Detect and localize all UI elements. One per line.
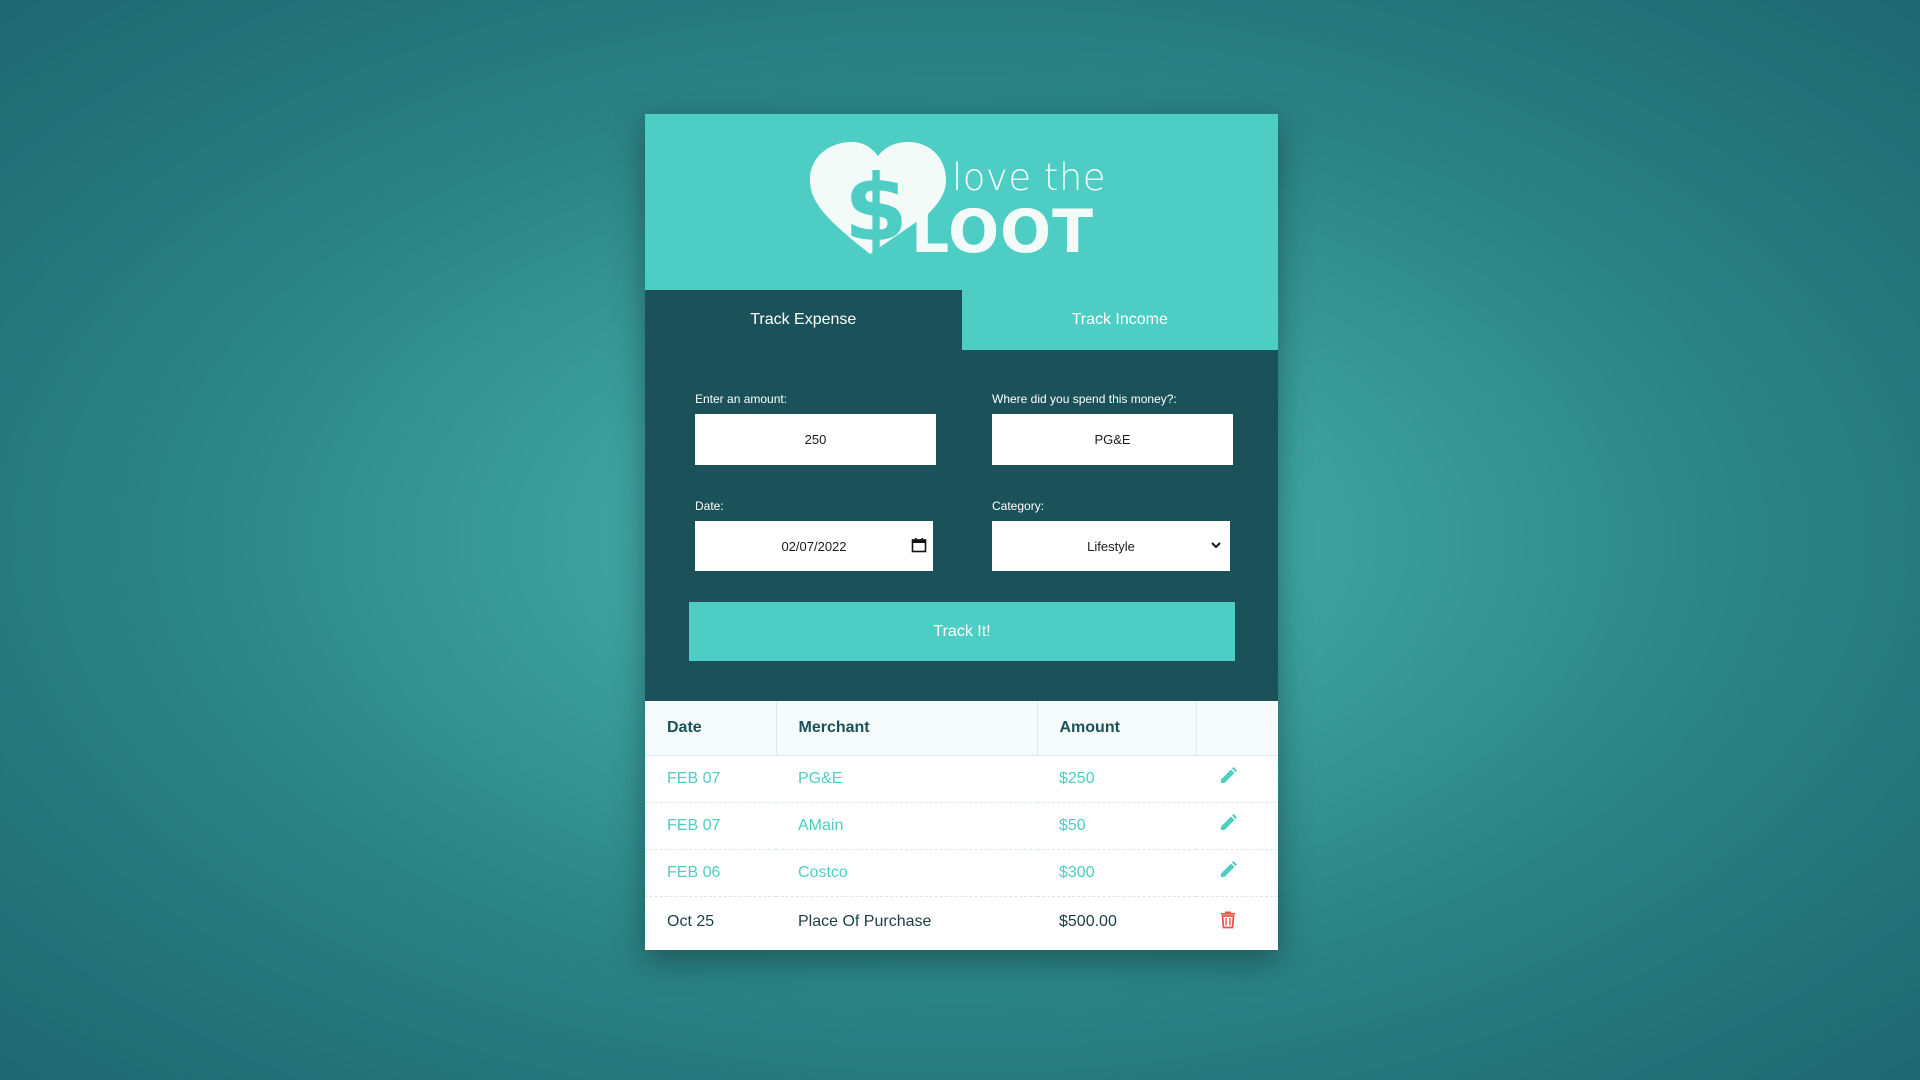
column-header-date: Date (645, 701, 777, 756)
row-merchant: Costco (776, 849, 1037, 897)
date-value: 02/07/2022 (781, 538, 847, 554)
table-row: FEB 07 PG&E $250 (645, 755, 1278, 803)
date-label: Date: (695, 499, 724, 513)
row-actions (1196, 755, 1278, 803)
row-amount: $500.00 (1059, 912, 1117, 930)
row-date: Oct 25 (667, 912, 715, 930)
table-row: FEB 07 AMain $50 (645, 802, 1278, 850)
category-value: Lifestyle (1087, 538, 1135, 554)
pencil-icon[interactable] (1218, 813, 1238, 833)
row-amount: $250 (1037, 755, 1196, 803)
tab-track-expense[interactable]: Track Expense (645, 290, 962, 350)
merchant-label: Where did you spend this money?: (992, 392, 1177, 406)
pencil-icon[interactable] (1218, 860, 1238, 880)
row-date: FEB 07 (645, 802, 776, 850)
date-input[interactable]: 02/07/2022 (695, 521, 933, 571)
merchant-value: PG&E (1094, 432, 1131, 447)
row-date: FEB 06 (645, 849, 776, 897)
tab-track-income[interactable]: Track Income (961, 290, 1278, 350)
row-merchant: Place Of Purchase (798, 912, 932, 930)
row-amount: $300 (1037, 849, 1196, 897)
svg-text:$: $ (844, 155, 908, 262)
amount-input[interactable]: 250 (695, 414, 936, 465)
track-it-button[interactable]: Track It! (689, 602, 1235, 661)
calendar-icon[interactable] (911, 537, 927, 553)
row-merchant: PG&E (776, 755, 1037, 803)
row-merchant: AMain (776, 802, 1037, 850)
amount-label: Enter an amount: (695, 392, 788, 406)
pencil-icon[interactable] (1218, 766, 1238, 786)
column-header-actions (1196, 701, 1278, 756)
category-select[interactable]: Lifestyle (992, 521, 1230, 571)
row-actions (1196, 896, 1278, 947)
entries-table: Date Merchant Amount FEB 07 PG&E $250 FE… (645, 701, 1278, 947)
app-header: $ love the LOOT (645, 114, 1278, 290)
row-actions (1196, 802, 1278, 850)
row-amount: $50 (1037, 802, 1196, 850)
row-actions (1196, 849, 1278, 897)
category-label: Category: (992, 499, 1045, 513)
column-header-amount: Amount (1037, 701, 1197, 756)
logo-text-small: love the (952, 156, 1107, 199)
column-header-merchant: Merchant (776, 701, 1038, 756)
trash-icon[interactable] (1218, 909, 1238, 929)
table-header-row: Date Merchant Amount (645, 701, 1278, 756)
chevron-down-icon (1211, 542, 1221, 549)
expense-tracker-card: $ love the LOOT Track Expense Track Inco… (645, 114, 1278, 950)
amount-value: 250 (804, 432, 827, 447)
merchant-input[interactable]: PG&E (992, 414, 1233, 465)
tab-bar: Track Expense Track Income (645, 290, 1278, 350)
row-date: FEB 07 (645, 755, 776, 803)
table-row: Oct 25 Place Of Purchase $500.00 (645, 896, 1278, 947)
logo-text-big: LOOT (911, 197, 1095, 267)
expense-form: Enter an amount: 250 Where did you spend… (645, 350, 1278, 701)
table-row: FEB 06 Costco $300 (645, 849, 1278, 897)
